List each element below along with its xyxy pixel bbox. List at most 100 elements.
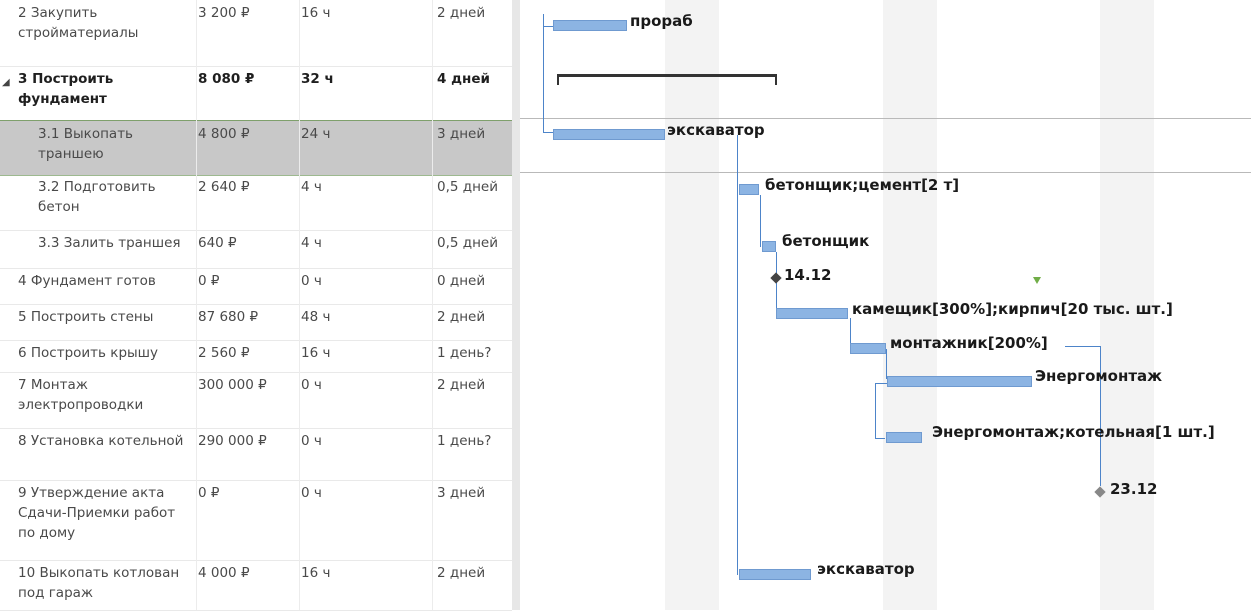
dependency-link — [875, 383, 887, 384]
task-row[interactable]: 6 Построить крышу 2 560 ₽ 16 ч 1 день? — [0, 340, 512, 373]
task-duration[interactable]: 0 дней — [437, 271, 512, 291]
task-work[interactable]: 0 ч — [301, 431, 421, 451]
column-separator — [196, 0, 197, 610]
task-duration[interactable]: 3 дней — [437, 483, 512, 503]
dependency-link — [543, 14, 544, 132]
task-duration[interactable]: 2 дней — [437, 375, 512, 395]
task-duration[interactable]: 1 день? — [437, 343, 512, 363]
task-row[interactable]: ◢ 3 Построить фундамент 8 080 ₽ 32 ч 4 дней — [0, 66, 512, 121]
task-bar-3-3[interactable] — [762, 241, 776, 252]
split-indicator-icon — [1033, 277, 1041, 284]
task-work[interactable]: 0 ч — [301, 271, 421, 291]
task-work[interactable]: 0 ч — [301, 483, 421, 503]
task-name[interactable]: 6 Построить крышу — [18, 343, 196, 363]
task-bar-3-2[interactable] — [739, 184, 759, 195]
task-cost[interactable]: 3 200 ₽ — [198, 3, 294, 23]
bar-label: экскаватор — [667, 121, 765, 139]
task-cost[interactable]: 290 000 ₽ — [198, 431, 294, 451]
summary-bar-right-cap — [775, 74, 777, 85]
bar-label: экскаватор — [817, 560, 915, 578]
task-name[interactable]: 4 Фундамент готов — [18, 271, 196, 291]
task-row[interactable]: 2 Закупить стройматериалы 3 200 ₽ 16 ч 2 дн… — [0, 0, 512, 67]
task-name[interactable]: 9 Утверждение акта Сдачи-Приемки работ п… — [18, 483, 196, 543]
milestone-4[interactable] — [770, 272, 782, 284]
bar-label: бетонщик — [782, 232, 870, 250]
task-duration[interactable]: 2 дней — [437, 563, 512, 583]
collapse-triangle-icon[interactable]: ◢ — [2, 73, 10, 93]
summary-bar-left-cap — [557, 74, 559, 85]
dependency-link — [760, 195, 761, 247]
bar-label: Энергомонтаж;котельная[1 шт.] — [932, 423, 1215, 441]
task-row[interactable]: 9 Утверждение акта Сдачи-Приемки работ п… — [0, 480, 512, 561]
task-work[interactable]: 16 ч — [301, 563, 421, 583]
dependency-link — [875, 383, 876, 438]
dependency-link — [543, 26, 553, 27]
column-separator — [299, 0, 300, 610]
task-work[interactable]: 4 ч — [301, 177, 421, 197]
task-bar-5[interactable] — [776, 308, 848, 319]
task-name[interactable]: 3.1 Выкопать траншею — [38, 124, 196, 164]
task-row[interactable]: 4 Фундамент готов 0 ₽ 0 ч 0 дней — [0, 268, 512, 305]
task-duration[interactable]: 3 дней — [437, 124, 512, 144]
task-name[interactable]: 7 Монтаж электропроводки — [18, 375, 196, 415]
task-bar-3-1[interactable] — [553, 129, 665, 140]
pane-splitter[interactable] — [512, 0, 520, 610]
task-duration[interactable]: 4 дней — [437, 69, 512, 89]
task-row[interactable]: 3.2 Подготовить бетон 2 640 ₽ 4 ч 0,5 дней — [0, 174, 512, 231]
task-grid[interactable]: 2 Закупить стройматериалы 3 200 ₽ 16 ч 2 дн… — [0, 0, 512, 611]
task-work[interactable]: 16 ч — [301, 343, 421, 363]
task-cost[interactable]: 8 080 ₽ — [198, 69, 294, 89]
column-separator — [432, 0, 433, 610]
task-duration[interactable]: 0,5 дней — [437, 177, 512, 197]
task-work[interactable]: 4 ч — [301, 233, 421, 253]
task-cost[interactable]: 640 ₽ — [198, 233, 294, 253]
task-name[interactable]: 10 Выкопать котлован под гараж — [18, 563, 196, 603]
task-cost[interactable]: 2 560 ₽ — [198, 343, 294, 363]
task-cost[interactable]: 2 640 ₽ — [198, 177, 294, 197]
task-name[interactable]: 8 Установка котельной — [18, 431, 196, 451]
task-duration[interactable]: 0,5 дней — [437, 233, 512, 253]
selection-line-top — [520, 118, 1251, 119]
task-work[interactable]: 48 ч — [301, 307, 421, 327]
task-cost[interactable]: 4 000 ₽ — [198, 563, 294, 583]
task-work[interactable]: 32 ч — [301, 69, 421, 89]
task-bar-8[interactable] — [886, 432, 922, 443]
task-work[interactable]: 24 ч — [301, 124, 421, 144]
milestone-date-label: 23.12 — [1110, 480, 1158, 498]
bar-label: Энергомонтаж — [1035, 367, 1163, 385]
task-name[interactable]: 5 Построить стены — [18, 307, 196, 327]
task-duration[interactable]: 2 дней — [437, 307, 512, 327]
task-cost[interactable]: 4 800 ₽ — [198, 124, 294, 144]
task-duration[interactable]: 1 день? — [437, 431, 512, 451]
selection-line-bottom — [520, 172, 1251, 173]
task-name[interactable]: 3 Построить фундамент — [18, 69, 196, 109]
weekend-stripe — [665, 0, 719, 610]
summary-bar[interactable] — [557, 74, 777, 77]
task-bar-10[interactable] — [739, 569, 811, 580]
task-work[interactable]: 16 ч — [301, 3, 421, 23]
task-row[interactable]: 5 Построить стены 87 680 ₽ 48 ч 2 дней — [0, 304, 512, 341]
bar-label: монтажник[200%] — [890, 334, 1048, 352]
dependency-link — [737, 135, 738, 575]
task-work[interactable]: 0 ч — [301, 375, 421, 395]
dependency-link — [886, 349, 887, 379]
task-bar-6[interactable] — [850, 343, 886, 354]
task-cost[interactable]: 300 000 ₽ — [198, 375, 294, 395]
dependency-link — [1065, 346, 1100, 347]
task-row[interactable]: 7 Монтаж электропроводки 300 000 ₽ 0 ч 2 дн… — [0, 372, 512, 429]
task-row[interactable]: 3.1 Выкопать траншею 4 800 ₽ 24 ч 3 дней — [0, 120, 512, 176]
dependency-link — [543, 132, 553, 133]
task-name[interactable]: 3.2 Подготовить бетон — [38, 177, 196, 217]
task-cost[interactable]: 0 ₽ — [198, 271, 294, 291]
task-name[interactable]: 3.3 Залить траншея — [38, 233, 196, 253]
task-cost[interactable]: 87 680 ₽ — [198, 307, 294, 327]
task-bar-2[interactable] — [553, 20, 627, 31]
gantt-chart[interactable]: прораб экскаватор бетонщик;цемент[2 т] б… — [520, 0, 1251, 610]
task-duration[interactable]: 2 дней — [437, 3, 512, 23]
task-cost[interactable]: 0 ₽ — [198, 483, 294, 503]
task-row[interactable]: 8 Установка котельной 290 000 ₽ 0 ч 1 день? — [0, 428, 512, 481]
task-row[interactable]: 3.3 Залить траншея 640 ₽ 4 ч 0,5 дней — [0, 230, 512, 269]
task-bar-7[interactable] — [887, 376, 1032, 387]
task-name[interactable]: 2 Закупить стройматериалы — [18, 3, 196, 43]
task-row[interactable]: 10 Выкопать котлован под гараж 4 000 ₽ 16 … — [0, 560, 512, 611]
